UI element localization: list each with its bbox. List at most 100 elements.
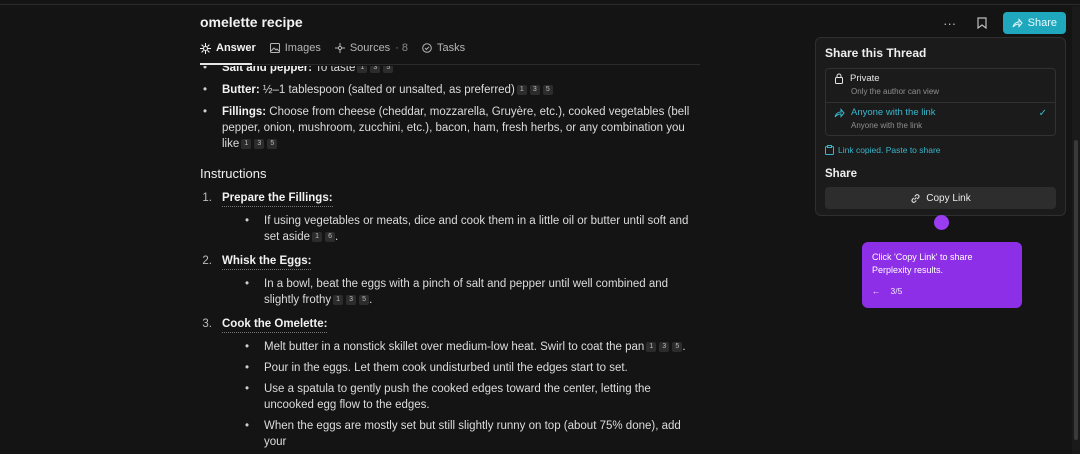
share-heading: Share: [825, 168, 857, 180]
citation-badge[interactable]: 5: [267, 138, 278, 149]
tooltip-footer: ← 3/5: [872, 286, 1012, 296]
list-item: In a bowl, beat the eggs with a pinch of…: [242, 276, 700, 308]
copy-link-button[interactable]: Copy Link: [825, 187, 1056, 209]
tab-tasks[interactable]: Tasks: [422, 42, 465, 54]
tour-hotspot-dot[interactable]: [934, 215, 949, 230]
share-thread-panel: Share this Thread Private Only the autho…: [815, 37, 1066, 216]
bullet-end: .: [335, 231, 339, 243]
citation-badge[interactable]: 1: [516, 84, 527, 95]
instruction-step: 2. Whisk the Eggs: In a bowl, beat the egg…: [200, 253, 700, 308]
step-bullets: Melt butter in a nonstick skillet over m…: [200, 339, 700, 450]
list-item: Butter: ½–1 tablespoon (salted or unsalt…: [200, 82, 700, 98]
instruction-step: 1. Prepare the Fillings: If using vegetabl…: [200, 190, 700, 245]
link-icon: [911, 193, 920, 203]
citation-group: 16: [312, 231, 336, 242]
onboarding-tooltip: Click 'Copy Link' to share Perplexity re…: [862, 242, 1022, 308]
citation-badge[interactable]: 1: [646, 341, 657, 352]
bookmark-button[interactable]: [971, 12, 993, 34]
share-arrow-icon: [834, 107, 845, 118]
citation-badge[interactable]: 1: [357, 66, 368, 73]
citation-badge[interactable]: 6: [325, 231, 336, 242]
tab-answer[interactable]: Answer: [200, 42, 256, 54]
tab-images-label: Images: [284, 42, 321, 54]
tab-images[interactable]: Images: [269, 42, 321, 54]
citation-badge[interactable]: 1: [241, 138, 252, 149]
sources-count: · 8: [395, 42, 409, 54]
thread-title: omelette recipe: [200, 14, 303, 30]
option-anyone-label: Anyone with the link: [851, 107, 936, 118]
list-item: When the eggs are mostly set but still s…: [242, 418, 700, 450]
citation-badge[interactable]: 3: [254, 138, 265, 149]
bullet-end: .: [682, 341, 686, 353]
citation-badge[interactable]: 3: [529, 84, 540, 95]
bullet-end: .: [369, 294, 373, 306]
answer-content: Salt and pepper: To taste135Butter: ½–1 …: [200, 66, 700, 454]
check-icon: ✓: [1038, 108, 1047, 119]
bullet-text: Use a spatula to gently push the cooked …: [264, 383, 651, 411]
ingredient-name: Salt and pepper:: [222, 66, 313, 74]
citation-badge[interactable]: 5: [359, 294, 370, 305]
answer-icon: [200, 42, 211, 54]
bookmark-icon: [977, 17, 987, 29]
instruction-steps: 1. Prepare the Fillings: If using vegetabl…: [200, 190, 700, 450]
instructions-heading: Instructions: [200, 166, 267, 181]
list-item: Salt and pepper: To taste135: [200, 66, 700, 76]
top-divider: [0, 4, 1080, 5]
copy-link-label: Copy Link: [926, 192, 971, 204]
option-private-desc: Only the author can view: [851, 87, 940, 96]
citation-badge[interactable]: 1: [333, 294, 344, 305]
citation-badge[interactable]: 1: [312, 231, 323, 242]
link-copied-message: Link copied. Paste to share: [825, 145, 1056, 155]
step-bullets: If using vegetables or meats, dice and c…: [200, 213, 700, 245]
citation-group: 135: [333, 294, 370, 305]
share-button[interactable]: Share: [1002, 12, 1066, 34]
step-number: 1.: [202, 192, 212, 204]
citation-badge[interactable]: 3: [659, 341, 670, 352]
step-title: Prepare the Fillings:: [222, 190, 333, 207]
clipboard-icon: [825, 145, 834, 155]
more-icon: ···: [943, 15, 957, 31]
tabs-divider: [200, 64, 700, 65]
ingredient-text: ½–1 tablespoon (salted or unsalted, as p…: [259, 84, 515, 96]
citation-badge[interactable]: 5: [383, 66, 394, 73]
instruction-step: 3. Cook the Omelette: Melt butter in a non…: [200, 316, 700, 450]
ingredient-name: Butter:: [222, 84, 260, 96]
share-arrow-icon: [1012, 18, 1023, 28]
tab-sources[interactable]: Sources · 8: [334, 42, 409, 54]
list-item: Melt butter in a nonstick skillet over m…: [242, 339, 700, 355]
visibility-options: Private Only the author can view Anyone …: [825, 68, 1056, 136]
bullet-text: In a bowl, beat the eggs with a pinch of…: [264, 278, 669, 306]
citation-badge[interactable]: 5: [672, 341, 683, 352]
image-icon: [269, 43, 280, 53]
list-item: If using vegetables or meats, dice and c…: [242, 213, 700, 245]
tooltip-progress: 3/5: [890, 286, 903, 296]
tasks-icon: [422, 43, 432, 53]
step-number: 3.: [202, 318, 212, 330]
citation-badge[interactable]: 3: [346, 294, 357, 305]
ingredients-list: Salt and pepper: To taste135Butter: ½–1 …: [200, 66, 700, 152]
active-tab-indicator: [200, 63, 252, 65]
scrollbar-thumb[interactable]: [1074, 140, 1078, 440]
tooltip-back-button[interactable]: ←: [872, 286, 881, 296]
step-title: Whisk the Eggs:: [222, 253, 312, 270]
share-button-label: Share: [1027, 17, 1057, 29]
header-actions: ··· Share: [939, 12, 1066, 34]
tab-tasks-label: Tasks: [437, 42, 466, 54]
thread-tabs: Answer Images Sources · 8 Tasks: [200, 42, 465, 54]
ingredient-text: Choose from cheese (cheddar, mozzarella,…: [222, 106, 690, 150]
option-private[interactable]: Private Only the author can view: [826, 69, 1055, 102]
citation-badge[interactable]: 3: [370, 66, 381, 73]
bullet-text: Melt butter in a nonstick skillet over m…: [264, 341, 645, 353]
sources-icon: [334, 43, 345, 53]
citation-group: 135: [357, 66, 394, 73]
ingredient-text: To taste: [312, 66, 356, 74]
option-anyone-with-link[interactable]: Anyone with the link Anyone with the lin…: [826, 102, 1055, 135]
bullet-text: Pour in the eggs. Let them cook undistur…: [264, 362, 628, 374]
option-anyone-desc: Anyone with the link: [851, 121, 923, 130]
link-copied-text: Link copied. Paste to share: [838, 145, 941, 155]
share-panel-title: Share this Thread: [825, 46, 927, 60]
more-options-button[interactable]: ···: [939, 12, 961, 34]
ingredient-name: Fillings:: [222, 106, 267, 118]
list-item: Pour in the eggs. Let them cook undistur…: [242, 360, 700, 376]
citation-badge[interactable]: 5: [542, 84, 553, 95]
